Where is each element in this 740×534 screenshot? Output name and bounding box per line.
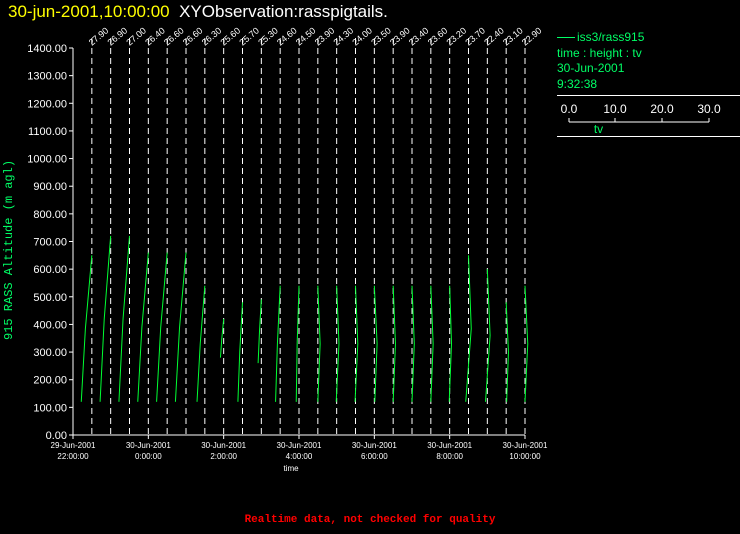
tv-profile-line bbox=[118, 235, 130, 402]
tv-profile-line bbox=[237, 302, 243, 402]
plot-window: 30-jun-2001,10:00:00 XYObservation:rassp… bbox=[0, 0, 740, 534]
y-tick-label: 500.00 bbox=[33, 292, 67, 304]
tv-profile-line bbox=[137, 252, 149, 402]
quality-warning: Realtime data, not checked for quality bbox=[244, 514, 496, 526]
x-tick-label-date: 30-Jun-2001 bbox=[503, 441, 548, 450]
legend-divider-bottom bbox=[557, 135, 740, 137]
y-tick-label: 600.00 bbox=[33, 264, 67, 276]
y-tick-label: 400.00 bbox=[33, 319, 67, 331]
profile-value-label: 23.60 bbox=[426, 25, 450, 47]
tv-profile-line bbox=[196, 285, 206, 402]
legend-series-name: iss3/rass915 bbox=[577, 30, 645, 44]
y-tick-label: 900.00 bbox=[33, 181, 67, 193]
profile-value-label: 27.90 bbox=[87, 25, 111, 47]
scale-tick-label-0: 0.0 bbox=[561, 102, 578, 116]
legend-time: 9:32:38 bbox=[557, 76, 598, 91]
x-tick-label-date: 30-Jun-2001 bbox=[201, 441, 246, 450]
profile-value-label: 24.60 bbox=[275, 25, 299, 47]
profile-value-label: 26.60 bbox=[181, 25, 205, 47]
tv-profile-line bbox=[156, 252, 168, 402]
scale-tick-label-3: 30.0 bbox=[697, 102, 721, 116]
x-tick-label-date: 30-Jun-2001 bbox=[352, 441, 397, 450]
x-tick-label-time: 6:00:00 bbox=[361, 452, 388, 461]
profile-value-label: 26.40 bbox=[143, 25, 167, 47]
y-tick-label: 100.00 bbox=[33, 402, 67, 414]
scale-tick-label-1: 10.0 bbox=[603, 102, 627, 116]
y-tick-label: 1400.00 bbox=[27, 43, 67, 55]
profile-value-label: 23.90 bbox=[388, 25, 412, 47]
tv-scale: 0.0 10.0 20.0 30.0 bbox=[557, 102, 740, 126]
y-tick-label: 1100.00 bbox=[28, 126, 67, 138]
x-axis-label: time bbox=[283, 464, 299, 473]
x-tick-label-date: 30-Jun-2001 bbox=[126, 441, 171, 450]
profile-value-label: 26.30 bbox=[200, 25, 224, 47]
tv-profile-line bbox=[80, 255, 93, 402]
profile-value-label: 23.10 bbox=[501, 25, 525, 47]
x-tick-label-date: 29-Jun-2001 bbox=[51, 441, 96, 450]
y-tick-label: 1300.00 bbox=[27, 71, 67, 83]
scale-tick-label-2: 20.0 bbox=[650, 102, 674, 116]
profile-value-label: 23.90 bbox=[313, 25, 337, 47]
x-tick-label-time: 4:00:00 bbox=[286, 452, 313, 461]
y-tick-label: 300.00 bbox=[33, 347, 67, 359]
profile-value-label: 27.00 bbox=[124, 25, 148, 47]
profile-value-label: 24.00 bbox=[350, 25, 374, 47]
profile-value-label: 23.70 bbox=[463, 25, 487, 47]
tv-profile-line bbox=[275, 285, 281, 402]
profile-value-label: 26.60 bbox=[162, 25, 186, 47]
legend-series: iss3/rass915 bbox=[557, 30, 740, 46]
legend-panel: iss3/rass915 time : height : tv 30-Jun-2… bbox=[557, 30, 740, 137]
x-tick-label-date: 30-Jun-2001 bbox=[277, 441, 322, 450]
legend-divider-top bbox=[557, 95, 740, 96]
axes: 0.00100.00200.00300.00400.00500.00600.00… bbox=[27, 43, 548, 473]
legend-line-sample bbox=[557, 37, 575, 39]
x-tick-label-time: 10:00:00 bbox=[509, 452, 541, 461]
x-tick-label-time: 2:00:00 bbox=[210, 452, 237, 461]
profile-value-label: 23.50 bbox=[369, 25, 393, 47]
y-tick-label: 1000.00 bbox=[27, 154, 67, 166]
y-tick-label: 700.00 bbox=[33, 237, 67, 249]
profile-value-label: 22.90 bbox=[520, 25, 544, 47]
profile-value-label: 23.20 bbox=[445, 25, 469, 47]
y-tick-label: 1200.00 bbox=[27, 98, 67, 110]
profile-value-label: 24.30 bbox=[332, 25, 356, 47]
x-tick-label-time: 22:00:00 bbox=[57, 452, 89, 461]
profile-value-label: 25.60 bbox=[219, 25, 243, 47]
profile-value-label: 24.50 bbox=[294, 25, 318, 47]
x-tick-label-date: 30-Jun-2001 bbox=[427, 441, 472, 450]
tv-profile-line bbox=[174, 252, 187, 402]
profile-value-label: 26.90 bbox=[106, 25, 130, 47]
profile-value-label: 23.40 bbox=[407, 25, 431, 47]
tv-scale-axis: 0.0 10.0 20.0 30.0 bbox=[561, 102, 721, 123]
profile-value-label: 25.30 bbox=[256, 25, 280, 47]
gridlines: 27.9026.9027.0026.4026.6026.6026.3025.60… bbox=[87, 25, 544, 435]
legend-mapping: time : height : tv bbox=[557, 45, 642, 60]
legend-date: 30-Jun-2001 bbox=[557, 61, 625, 75]
profile-value-label: 25.70 bbox=[237, 25, 261, 47]
x-tick-label-time: 0:00:00 bbox=[135, 452, 162, 461]
y-tick-label: 200.00 bbox=[33, 375, 67, 387]
y-tick-label: 800.00 bbox=[33, 209, 67, 221]
tv-profile-line bbox=[99, 235, 112, 402]
x-tick-label-time: 8:00:00 bbox=[436, 452, 463, 461]
profile-value-label: 22.40 bbox=[482, 25, 506, 47]
